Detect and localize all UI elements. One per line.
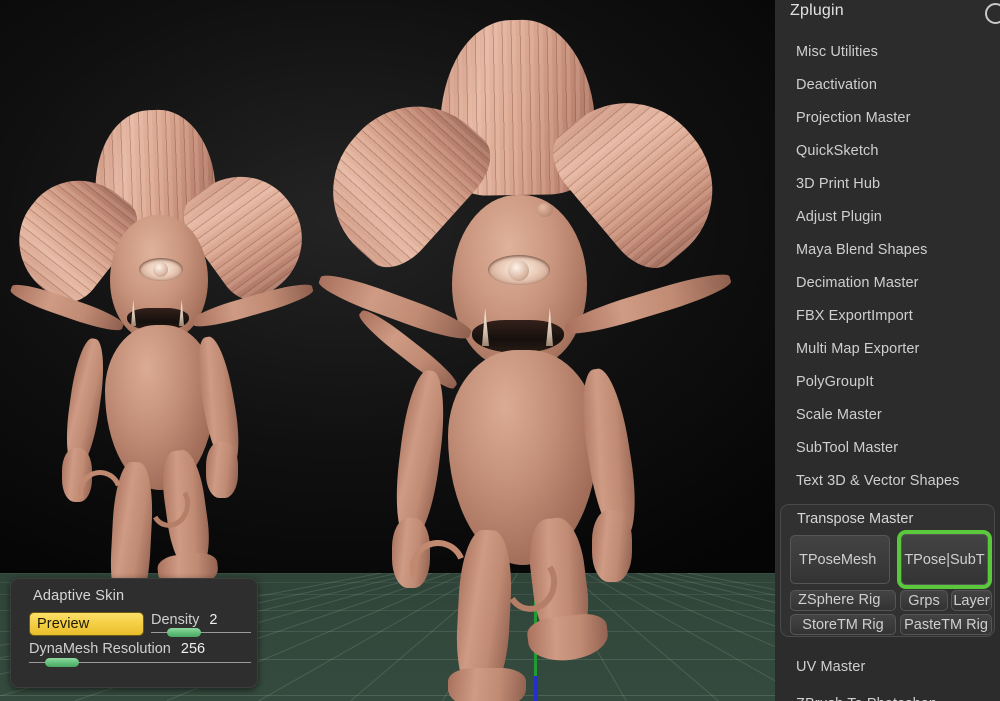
- transpose-master-panel: Transpose Master TPoseMesh TPose|SubT ZS…: [780, 504, 995, 637]
- zplugin-menu-item[interactable]: SubTool Master: [796, 440, 898, 456]
- tpose-subt-button[interactable]: TPose|SubT: [901, 534, 988, 585]
- storetm-rig-button[interactable]: StoreTM Rig: [790, 614, 896, 635]
- zbrush-3d-viewport[interactable]: Adaptive Skin Preview Density 2 DynaMesh…: [0, 0, 775, 701]
- preview-button[interactable]: Preview: [29, 612, 144, 636]
- transpose-master-title: Transpose Master: [797, 511, 914, 527]
- dynamesh-value-text: 256: [180, 641, 206, 657]
- layer-button[interactable]: Layer: [951, 590, 992, 611]
- zplugin-menu-item[interactable]: QuickSketch: [796, 143, 879, 159]
- creature-arm-left: [389, 368, 451, 542]
- zbrush-application-window: Adaptive Skin Preview Density 2 DynaMesh…: [0, 0, 1000, 701]
- creature-eye-pupil: [508, 260, 529, 281]
- zplugin-menu-item[interactable]: Multi Map Exporter: [796, 341, 919, 357]
- zplugin-menu-item[interactable]: Scale Master: [796, 407, 882, 423]
- adaptive-skin-title: Adaptive Skin: [33, 588, 125, 604]
- zplugin-menu-item[interactable]: 3D Print Hub: [796, 176, 880, 192]
- creature-hand-right: [592, 510, 632, 582]
- dynamesh-slider-knob[interactable]: [45, 658, 79, 667]
- zplugin-menu-item[interactable]: ZBrush To Photoshop: [796, 696, 937, 701]
- dynamesh-slider-label: DynaMesh Resolution 256: [29, 641, 205, 657]
- creature-model-left[interactable]: [0, 107, 326, 632]
- density-slider[interactable]: Density 2: [151, 612, 251, 638]
- creature-tentacle-right: [562, 267, 734, 341]
- zplugin-menu-item[interactable]: PolyGroupIt: [796, 374, 874, 390]
- creature-horn-nub: [537, 203, 553, 217]
- zplugin-menu-item[interactable]: UV Master: [796, 659, 865, 675]
- density-slider-knob[interactable]: [167, 628, 201, 637]
- density-slider-track[interactable]: [151, 632, 251, 633]
- zplugin-menu-item[interactable]: Misc Utilities: [796, 44, 878, 60]
- zplugin-menu-item[interactable]: FBX ExportImport: [796, 308, 913, 324]
- density-label-text: Density: [151, 612, 200, 628]
- zplugin-menu-item[interactable]: Maya Blend Shapes: [796, 242, 927, 258]
- grps-button[interactable]: Grps: [900, 590, 948, 611]
- zsphere-rig-button[interactable]: ZSphere Rig: [790, 590, 896, 611]
- zplugin-panel: Zplugin Misc Utilities Deactivation Projec…: [775, 0, 1000, 701]
- dynamesh-label-text: DynaMesh Resolution: [29, 641, 171, 657]
- adaptive-skin-panel: Adaptive Skin Preview Density 2 DynaMesh…: [10, 578, 258, 688]
- creature-hand-right: [206, 442, 238, 498]
- circle-icon[interactable]: [985, 3, 1000, 24]
- dynamesh-resolution-slider[interactable]: DynaMesh Resolution 256: [29, 641, 251, 667]
- density-value-text: 2: [209, 612, 218, 628]
- zplugin-menu-item[interactable]: Text 3D & Vector Shapes: [796, 473, 960, 489]
- zplugin-menu-item[interactable]: Decimation Master: [796, 275, 919, 291]
- zplugin-menu-item[interactable]: Adjust Plugin: [796, 209, 882, 225]
- pastetm-rig-button[interactable]: PasteTM Rig: [900, 614, 992, 635]
- tpose-subt-highlight-box: TPose|SubT: [897, 530, 992, 589]
- tposemesh-button[interactable]: TPoseMesh: [790, 535, 890, 584]
- creature-model-right[interactable]: [300, 18, 770, 701]
- creature-foot-left: [448, 668, 526, 701]
- density-slider-label: Density 2: [151, 612, 217, 628]
- zplugin-panel-title: Zplugin: [790, 2, 844, 19]
- zplugin-menu-item[interactable]: Deactivation: [796, 77, 877, 93]
- creature-eye-pupil: [153, 262, 168, 277]
- zplugin-menu-item[interactable]: Projection Master: [796, 110, 911, 126]
